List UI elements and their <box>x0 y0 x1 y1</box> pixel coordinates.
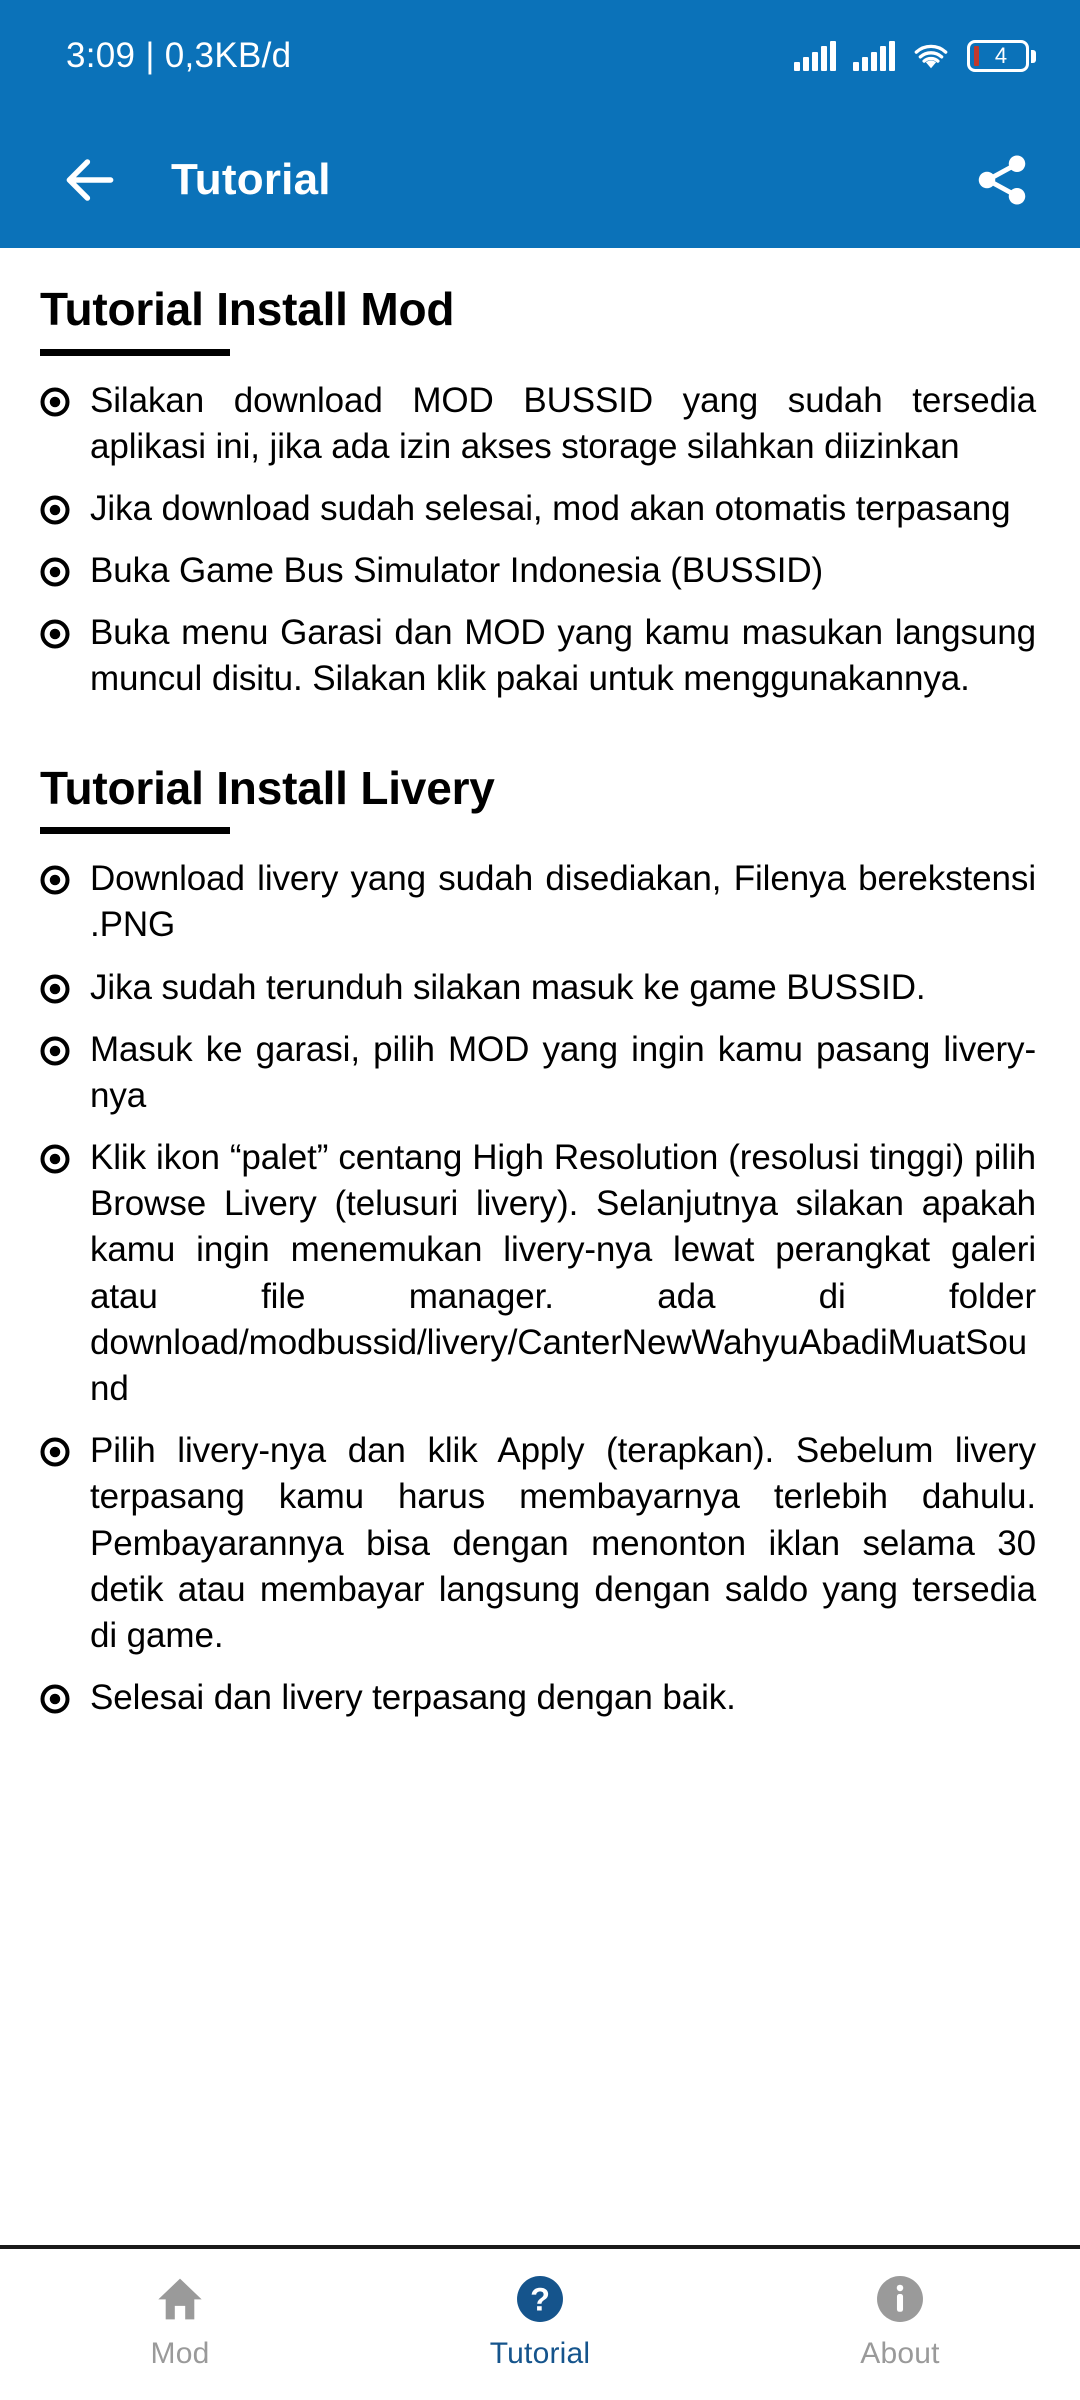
list-item: Masuk ke garasi, pilih MOD yang ingin ka… <box>40 1027 1036 1119</box>
svg-text:?: ? <box>530 2282 550 2318</box>
radio-dot-icon <box>40 1437 70 1467</box>
list-item-text: Klik ikon “palet” centang High Resolutio… <box>90 1138 1036 1409</box>
radio-dot-icon <box>40 1684 70 1714</box>
app-screen: 3:09 | 0,3KB/d 4 Tutorial Tutorial Insta… <box>0 0 1080 2400</box>
section-title-underline <box>40 827 230 835</box>
list-item-text: Selesai dan livery terpasang dengan baik… <box>90 1678 736 1718</box>
wifi-icon <box>912 41 950 71</box>
section-install-livery: Tutorial Install Livery Download livery … <box>40 761 1036 1722</box>
list-item: Buka Game Bus Simulator Indonesia (BUSSI… <box>40 548 1036 594</box>
info-circle-icon <box>877 2276 923 2322</box>
status-bar-clock-and-data: 3:09 | 0,3KB/d <box>66 36 292 75</box>
section-title-underline <box>40 348 230 356</box>
list-item: Jika sudah terunduh silakan masuk ke gam… <box>40 965 1036 1011</box>
nav-item-about[interactable]: About <box>720 2273 1080 2371</box>
radio-dot-icon <box>40 1144 70 1174</box>
list-item-text: Pilih livery-nya dan klik Apply (terapka… <box>90 1431 1036 1655</box>
radio-dot-icon <box>40 619 70 649</box>
nav-item-label: Mod <box>150 2337 210 2370</box>
list-item-text: Silakan download MOD BUSSID yang sudah t… <box>90 380 1036 466</box>
share-icon <box>978 155 1026 205</box>
list-item: Selesai dan livery terpasang dengan baik… <box>40 1675 1036 1721</box>
radio-dot-icon <box>40 865 70 895</box>
battery-level-label: 4 <box>994 43 1008 68</box>
page-title: Tutorial <box>171 155 331 204</box>
section-install-mod: Tutorial Install Mod Silakan download MO… <box>40 283 1036 703</box>
bullet-list: Silakan download MOD BUSSID yang sudah t… <box>40 378 1036 703</box>
nav-item-tutorial[interactable]: ? Tutorial <box>360 2273 720 2371</box>
bullet-list: Download livery yang sudah disediakan, F… <box>40 856 1036 1721</box>
radio-dot-icon <box>40 974 70 1004</box>
list-item-text: Download livery yang sudah disediakan, F… <box>90 859 1036 945</box>
status-bar: 3:09 | 0,3KB/d 4 <box>0 0 1080 112</box>
list-item-text: Buka menu Garasi dan MOD yang kamu masuk… <box>90 613 1036 699</box>
nav-item-label: About <box>860 2337 940 2370</box>
list-item: Klik ikon “palet” centang High Resolutio… <box>40 1135 1036 1412</box>
list-item: Download livery yang sudah disediakan, F… <box>40 856 1036 948</box>
status-bar-icons: 4 <box>794 40 1036 72</box>
radio-dot-icon <box>40 557 70 587</box>
list-item: Buka menu Garasi dan MOD yang kamu masuk… <box>40 610 1036 702</box>
list-item: Jika download sudah selesai, mod akan ot… <box>40 486 1036 532</box>
signal-bars-icon <box>794 41 836 71</box>
radio-dot-icon <box>40 387 70 417</box>
nav-item-mod[interactable]: Mod <box>0 2273 360 2371</box>
nav-item-label: Tutorial <box>489 2337 591 2370</box>
radio-dot-icon <box>40 495 70 525</box>
list-item-text: Jika sudah terunduh silakan masuk ke gam… <box>90 967 926 1007</box>
app-bar: Tutorial <box>0 112 1080 248</box>
bottom-navigation-bar: Mod ? Tutorial About <box>0 2245 1080 2400</box>
tutorial-content: Tutorial Install Mod Silakan download MO… <box>0 248 1080 2245</box>
list-item-text: Buka Game Bus Simulator Indonesia (BUSSI… <box>90 551 824 591</box>
list-item: Pilih livery-nya dan klik Apply (terapka… <box>40 1428 1036 1659</box>
list-item-text: Jika download sudah selesai, mod akan ot… <box>90 488 1011 528</box>
share-button[interactable] <box>968 146 1036 214</box>
list-item: Silakan download MOD BUSSID yang sudah t… <box>40 378 1036 470</box>
home-icon <box>158 2278 202 2320</box>
list-item-text: Masuk ke garasi, pilih MOD yang ingin ka… <box>90 1029 1036 1115</box>
radio-dot-icon <box>40 1036 70 1066</box>
section-title: Tutorial Install Mod <box>40 283 455 335</box>
battery-icon: 4 <box>967 40 1036 72</box>
back-button[interactable] <box>56 146 124 214</box>
help-circle-icon: ? <box>517 2276 563 2322</box>
back-arrow-icon <box>66 159 114 201</box>
signal-bars-icon <box>853 41 895 71</box>
section-title: Tutorial Install Livery <box>40 761 495 814</box>
